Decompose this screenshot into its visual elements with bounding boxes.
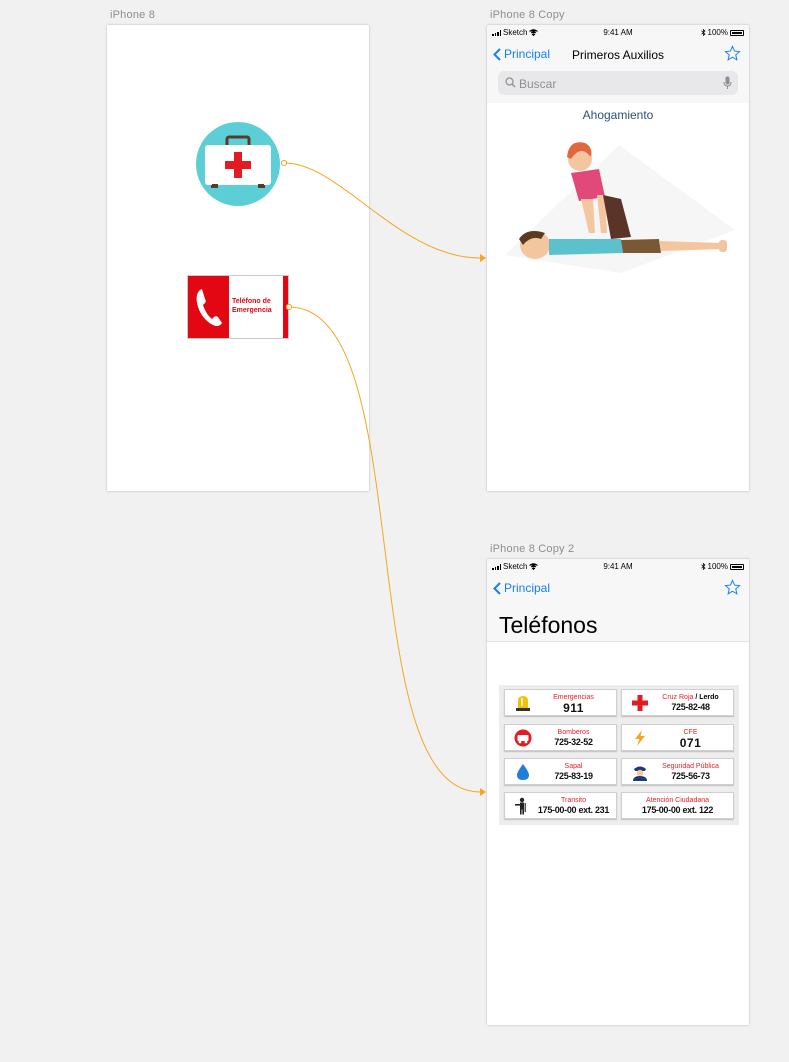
link-phones[interactable]	[288, 306, 481, 793]
link-first-aid-origin	[280, 159, 288, 167]
link-first-aid[interactable]	[284, 162, 481, 259]
link-first-aid-arrowhead	[480, 254, 486, 262]
prototype-links	[280, 159, 486, 796]
link-phones-arrowhead	[480, 788, 486, 796]
link-phones-origin	[285, 303, 293, 311]
